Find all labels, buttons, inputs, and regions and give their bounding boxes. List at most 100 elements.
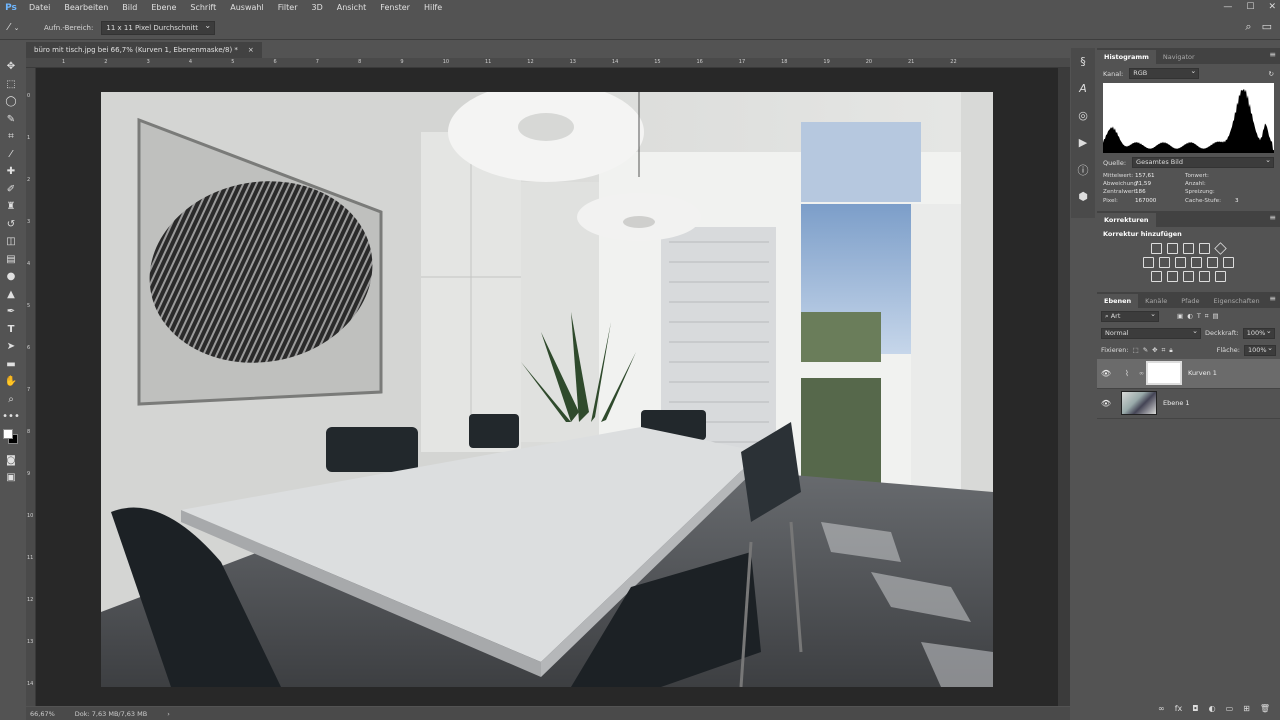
eyedropper-tool-preset[interactable]: ⁄ ⌄ xyxy=(8,19,36,37)
layer-row-curves[interactable]: 👁︎ ⌇ ∞ Kurven 1 xyxy=(1097,358,1280,389)
hand-tool-icon[interactable]: ✋ xyxy=(0,373,22,391)
zoom-tool-icon[interactable]: ⌕ xyxy=(0,391,22,409)
layer-name[interactable]: Kurven 1 xyxy=(1188,369,1217,377)
threshold-icon[interactable] xyxy=(1183,270,1194,282)
lasso-tool-icon[interactable]: ◯ xyxy=(0,93,22,111)
photo-filter-icon[interactable] xyxy=(1191,256,1202,268)
new-adjustment-icon[interactable]: ◐ xyxy=(1209,704,1216,718)
tab-corrections[interactable]: Korrekturen xyxy=(1097,212,1156,227)
move-tool-icon[interactable]: ✥ xyxy=(0,58,22,76)
layer-name[interactable]: Ebene 1 xyxy=(1163,399,1190,407)
type-tool-icon[interactable]: T xyxy=(0,321,22,339)
blend-mode-select[interactable]: Normal xyxy=(1101,327,1201,339)
foreground-color[interactable] xyxy=(3,428,13,439)
selective-color-icon[interactable] xyxy=(1215,270,1226,282)
minimize-icon[interactable]: — xyxy=(1223,0,1232,15)
maximize-icon[interactable]: ☐ xyxy=(1246,0,1254,15)
channels-icon[interactable]: ◎ xyxy=(1071,102,1095,129)
more-tools-icon[interactable]: ••• xyxy=(0,408,22,426)
tab-channels[interactable]: Kanäle xyxy=(1138,294,1174,308)
eraser-tool-icon[interactable]: ◫ xyxy=(0,233,22,251)
corrections-menu-icon[interactable]: ≡ xyxy=(1269,213,1276,222)
lock-artboard-icon[interactable]: ⌗ xyxy=(1162,346,1166,355)
character-icon[interactable]: A xyxy=(1071,75,1095,102)
new-group-icon[interactable]: ▭ xyxy=(1226,704,1234,718)
filter-pixel-icon[interactable]: ▣ xyxy=(1177,312,1183,320)
filter-adjustment-icon[interactable]: ◐ xyxy=(1187,312,1193,320)
screen-mode-icon[interactable]: ▣ xyxy=(0,469,22,487)
tab-layers[interactable]: Ebenen xyxy=(1097,293,1139,308)
channel-mixer-icon[interactable] xyxy=(1207,256,1218,268)
close-tab-icon[interactable]: × xyxy=(248,42,254,58)
sample-size-select[interactable]: 11 x 11 Pixel Durchschnitt xyxy=(101,20,216,35)
canvas-image[interactable] xyxy=(101,92,993,687)
document-tab[interactable]: büro mit tisch.jpg bei 66,7% (Kurven 1, … xyxy=(26,42,262,58)
swatches-icon[interactable]: ⬢ xyxy=(1071,183,1095,210)
pen-tool-icon[interactable]: ✒ xyxy=(0,303,22,321)
opacity-input[interactable]: 100% xyxy=(1242,327,1275,339)
lock-all-icon[interactable]: 🔒︎ xyxy=(1169,346,1172,355)
menu-ebene[interactable]: Ebene xyxy=(144,0,183,15)
crop-tool-icon[interactable]: ⌗ xyxy=(0,128,22,146)
delete-layer-icon[interactable]: 🗑︎ xyxy=(1260,704,1270,718)
close-icon[interactable]: ✕ xyxy=(1268,0,1276,15)
panel-menu-icon[interactable]: ≡ xyxy=(1269,50,1276,59)
hue-saturation-icon[interactable] xyxy=(1143,256,1154,268)
mask-link-icon[interactable]: ∞ xyxy=(1139,370,1144,377)
lock-image-icon[interactable]: ✎ xyxy=(1143,346,1148,354)
filter-type-icon[interactable]: T xyxy=(1197,312,1201,320)
layers-menu-icon[interactable]: ≡ xyxy=(1269,294,1276,303)
brightness-icon[interactable] xyxy=(1151,242,1162,254)
black-white-icon[interactable] xyxy=(1175,256,1186,268)
add-mask-icon[interactable]: ◘ xyxy=(1192,704,1198,718)
source-select[interactable]: Gesamtes Bild xyxy=(1132,156,1274,168)
filter-shape-icon[interactable]: ⌗ xyxy=(1205,312,1209,321)
posterize-icon[interactable] xyxy=(1167,270,1178,282)
refresh-icon[interactable]: ↻ xyxy=(1269,70,1274,78)
shape-tool-icon[interactable]: ▬ xyxy=(0,356,22,374)
menu-bild[interactable]: Bild xyxy=(115,0,144,15)
dodge-tool-icon[interactable]: ▲ xyxy=(0,286,22,304)
quick-mask-icon[interactable]: ◙ xyxy=(0,452,22,470)
new-layer-icon[interactable]: ⊞ xyxy=(1243,704,1250,718)
fill-input[interactable]: 100% xyxy=(1244,344,1276,356)
tab-paths[interactable]: Pfade xyxy=(1174,294,1206,308)
menu-filter[interactable]: Filter xyxy=(271,0,305,15)
filter-smart-icon[interactable]: ▤ xyxy=(1212,312,1218,320)
gradient-map-icon[interactable] xyxy=(1199,270,1210,282)
menu-datei[interactable]: Datei xyxy=(22,0,57,15)
marquee-tool-icon[interactable]: ⬚ xyxy=(0,76,22,94)
menu-auswahl[interactable]: Auswahl xyxy=(223,0,270,15)
visibility-eye-icon[interactable]: 👁︎ xyxy=(1097,399,1115,408)
vertical-scrollbar[interactable] xyxy=(1058,68,1070,706)
eyedropper-tool-icon[interactable]: ⁄ xyxy=(0,146,22,164)
lock-transparent-icon[interactable]: ⬚ xyxy=(1133,346,1139,354)
link-layers-icon[interactable]: ∞ xyxy=(1158,704,1165,718)
healing-brush-icon[interactable]: ✚ xyxy=(0,163,22,181)
layer-style-icon[interactable]: fx xyxy=(1175,704,1183,718)
blur-tool-icon[interactable]: ● xyxy=(0,268,22,286)
actions-play-icon[interactable]: ▶ xyxy=(1071,129,1095,156)
layer-row-ebene1[interactable]: 👁︎ Ebene 1 xyxy=(1097,389,1280,419)
visibility-eye-icon[interactable]: 👁︎ xyxy=(1097,369,1115,378)
quick-select-tool-icon[interactable]: ✎ xyxy=(0,111,22,129)
layer-thumbnail[interactable] xyxy=(1121,391,1157,416)
channel-select[interactable]: RGB xyxy=(1129,67,1200,79)
menu-ansicht[interactable]: Ansicht xyxy=(330,0,374,15)
menu-schrift[interactable]: Schrift xyxy=(183,0,223,15)
curves-icon[interactable] xyxy=(1183,242,1194,254)
layer-filter-select[interactable]: ⌕ Art xyxy=(1101,310,1159,322)
vibrance-icon[interactable] xyxy=(1214,242,1227,255)
menu-hilfe[interactable]: Hilfe xyxy=(417,0,449,15)
tab-histogram[interactable]: Histogramm xyxy=(1097,50,1156,64)
history-icon[interactable]: § xyxy=(1071,48,1095,75)
invert-icon[interactable] xyxy=(1151,270,1162,282)
color-lookup-icon[interactable] xyxy=(1223,256,1234,268)
zoom-level[interactable]: 66,67% xyxy=(30,710,55,718)
color-balance-icon[interactable] xyxy=(1159,256,1170,268)
exposure-icon[interactable] xyxy=(1199,242,1210,254)
clone-stamp-icon[interactable]: ♜ xyxy=(0,198,22,216)
layer-mask-thumbnail[interactable] xyxy=(1146,361,1182,386)
path-select-icon[interactable]: ➤ xyxy=(0,338,22,356)
search-icon[interactable]: ⌕ xyxy=(1245,20,1251,34)
